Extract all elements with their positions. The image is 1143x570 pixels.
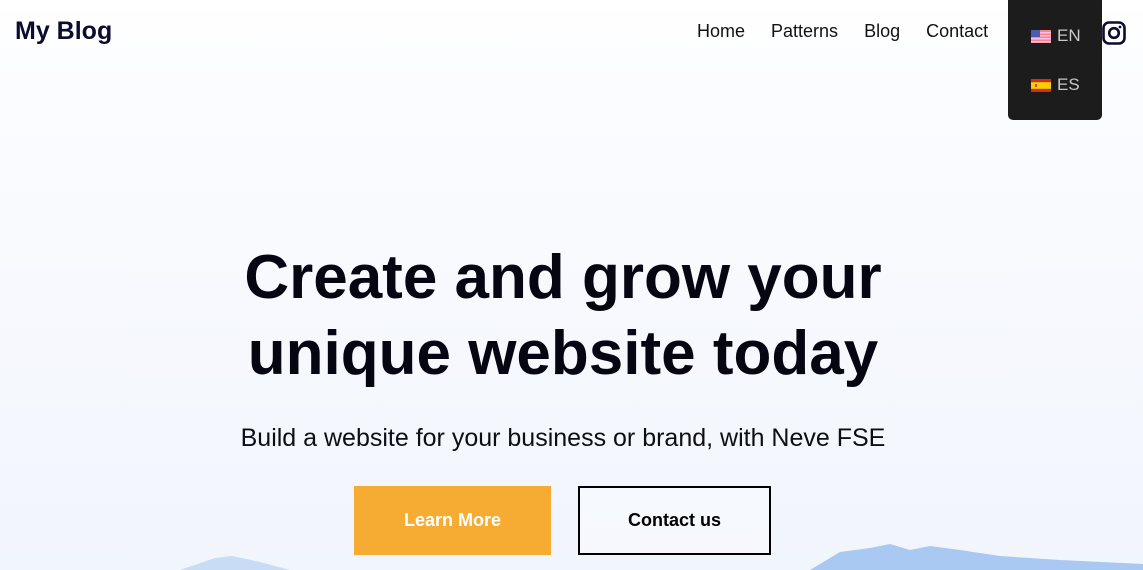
hero-title: Create and grow your unique website today — [0, 240, 1126, 392]
hero-subtitle: Build a website for your business or bra… — [240, 424, 886, 452]
instagram-icon[interactable] — [1102, 21, 1126, 45]
site-logo[interactable]: My Blog — [15, 17, 112, 46]
language-dropdown: EN ES — [1008, 0, 1102, 120]
learn-more-button[interactable]: Learn More — [354, 486, 551, 555]
main-nav: Home Patterns Blog Contact — [697, 21, 988, 42]
nav-contact[interactable]: Contact — [926, 21, 988, 42]
mountains-background — [180, 544, 1143, 570]
nav-home[interactable]: Home — [697, 21, 745, 42]
language-option-es[interactable]: ES — [1031, 75, 1080, 95]
hero-title-line: unique website today — [247, 319, 879, 388]
spain-flag-icon — [1031, 78, 1051, 92]
contact-us-button[interactable]: Contact us — [578, 486, 771, 555]
language-label: EN — [1057, 26, 1081, 45]
nav-patterns[interactable]: Patterns — [771, 21, 838, 42]
language-option-en[interactable]: EN — [1031, 26, 1081, 46]
hero-title-line: Create and grow your — [244, 243, 882, 312]
nav-blog[interactable]: Blog — [864, 21, 900, 42]
us-flag-icon — [1031, 29, 1051, 43]
language-label: ES — [1057, 75, 1080, 94]
